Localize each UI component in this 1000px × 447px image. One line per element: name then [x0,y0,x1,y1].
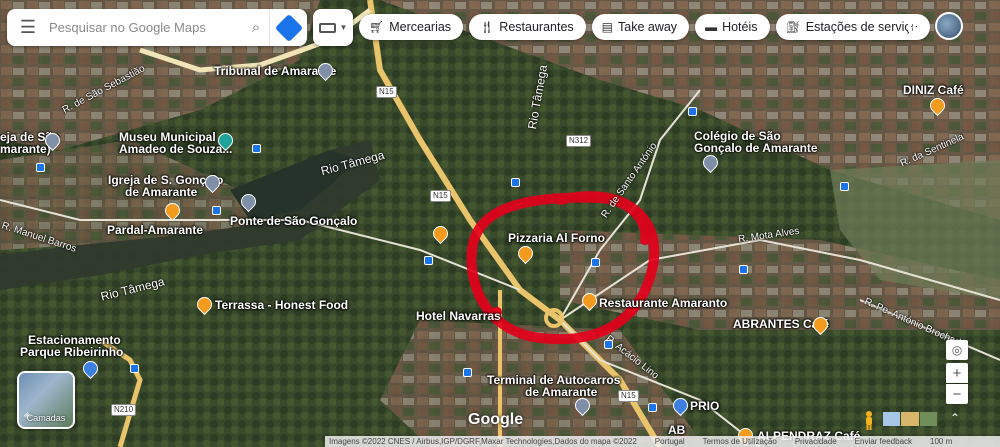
terms-link[interactable]: Termos de Utilização [703,437,777,446]
fuel-pump-icon: ⛽︎ [785,20,801,34]
bus-stop-icon-4[interactable] [212,206,221,215]
place-diniz[interactable]: DINIZ Café [903,84,964,96]
n210-shield: N210 [111,404,137,416]
bus-stop-icon-7[interactable] [739,265,748,274]
place-terminal-2[interactable]: de Amarante [525,386,597,398]
search-box[interactable]: ☰ Pesquisar no Google Maps ⌕ [7,9,307,46]
search-input[interactable]: Pesquisar no Google Maps [49,20,243,35]
n312-shield: N312 [566,135,592,147]
place-museu-2[interactable]: Amadeo de Souza... [119,143,232,155]
place-ponte[interactable]: Ponte de São Gonçalo [230,215,357,227]
takeaway-bag-icon: ▤ [601,20,613,34]
imagery-credit: Imagens ©2022 CNES / Airbus,IGP/DGRF,Max… [329,437,637,446]
apps-grid-icon[interactable] [908,17,922,31]
bus-stop-icon-10[interactable] [130,364,139,373]
place-igreja-2[interactable]: de Amarante [125,186,197,198]
layers-button[interactable]: ◈ Camadas [17,371,75,429]
place-ab[interactable]: AB [668,424,685,436]
layers-label: Camadas [26,413,66,423]
region-link[interactable]: Portugal [655,437,685,446]
directions-icon [274,13,303,42]
bus-stop-icon-8[interactable] [840,182,849,191]
menu-icon[interactable]: ☰ [7,17,49,38]
chevron-down-icon: ▼ [339,23,348,32]
expand-icon[interactable]: ⌃ [950,411,960,425]
bus-stop-icon-13[interactable] [604,340,613,349]
bus-stop-icon-12[interactable] [648,403,657,412]
place-estacionamento-2[interactable]: Parque Ribeirinho [20,346,123,358]
cart-icon: 🛒︎ [369,20,385,34]
imagery-thumbnails[interactable] [883,412,937,426]
chip-label: Restaurantes [499,20,574,34]
zoom-out-button[interactable]: − [946,384,968,404]
category-chips: 🛒︎ Mercearias 🍴︎ Restaurantes ▤ Take away ▬… [359,14,930,40]
scale-label[interactable]: 100 m [930,437,952,446]
bus-stop-icon[interactable] [511,178,520,187]
chip-label: Hotéis [722,20,758,34]
n15-shield-3: N15 [618,390,639,402]
chip-mercearias[interactable]: 🛒︎ Mercearias [359,14,464,40]
chip-label: Estações de serviço [805,20,918,34]
bed-icon: ▬ [705,20,718,34]
place-terrassa[interactable]: Terrassa - Honest Food [215,299,348,311]
attribution-bar: Imagens ©2022 CNES / Airbus,IGP/DGRF,Max… [325,436,1000,447]
feedback-link[interactable]: Enviar feedback [855,437,912,446]
chip-label: Take away [618,20,678,34]
avatar[interactable] [935,12,963,40]
place-pizzaria[interactable]: Pizzaria Al Forno [508,232,605,244]
n15-shield-2: N15 [430,190,451,202]
place-prio[interactable]: PRIO [690,400,719,412]
bus-stop-icon-11[interactable] [463,368,472,377]
place-igreja-sao-2[interactable]: marante) [0,143,51,155]
bus-stop-icon-2[interactable] [252,144,261,153]
input-tools-button[interactable]: ▼ [313,9,353,46]
google-logo: Google [468,411,524,428]
bus-stop-icon-3[interactable] [36,163,45,172]
place-pardal[interactable]: Pardal-Amarante [107,224,203,236]
bus-stop-icon-6[interactable] [591,258,600,267]
chip-restaurantes[interactable]: 🍴︎ Restaurantes [469,14,586,40]
bus-stop-icon-5[interactable] [424,256,433,265]
chip-hoteis[interactable]: ▬ Hotéis [695,14,770,40]
my-location-icon[interactable]: ◎ [946,340,968,360]
place-restaurante[interactable]: Restaurante Amaranto [599,297,727,309]
pegman-icon[interactable] [862,410,876,430]
place-hotel[interactable]: Hotel Navarras [416,310,501,322]
keyboard-icon [318,22,336,33]
search-icon[interactable]: ⌕ [243,19,269,36]
directions-button[interactable] [269,9,307,46]
privacy-link[interactable]: Privacidade [795,437,837,446]
fork-knife-icon: 🍴︎ [479,20,495,34]
zoom-in-button[interactable]: + [946,363,968,383]
n15-shield: N15 [376,86,397,98]
chip-estacoes-servico[interactable]: ⛽︎ Estações de serviço [775,14,930,40]
bus-stop-icon-9[interactable] [688,107,697,116]
place-colegio-2[interactable]: Gonçalo de Amarante [694,142,818,154]
chip-take-away[interactable]: ▤ Take away [591,14,690,40]
chip-label: Mercearias [389,20,452,34]
